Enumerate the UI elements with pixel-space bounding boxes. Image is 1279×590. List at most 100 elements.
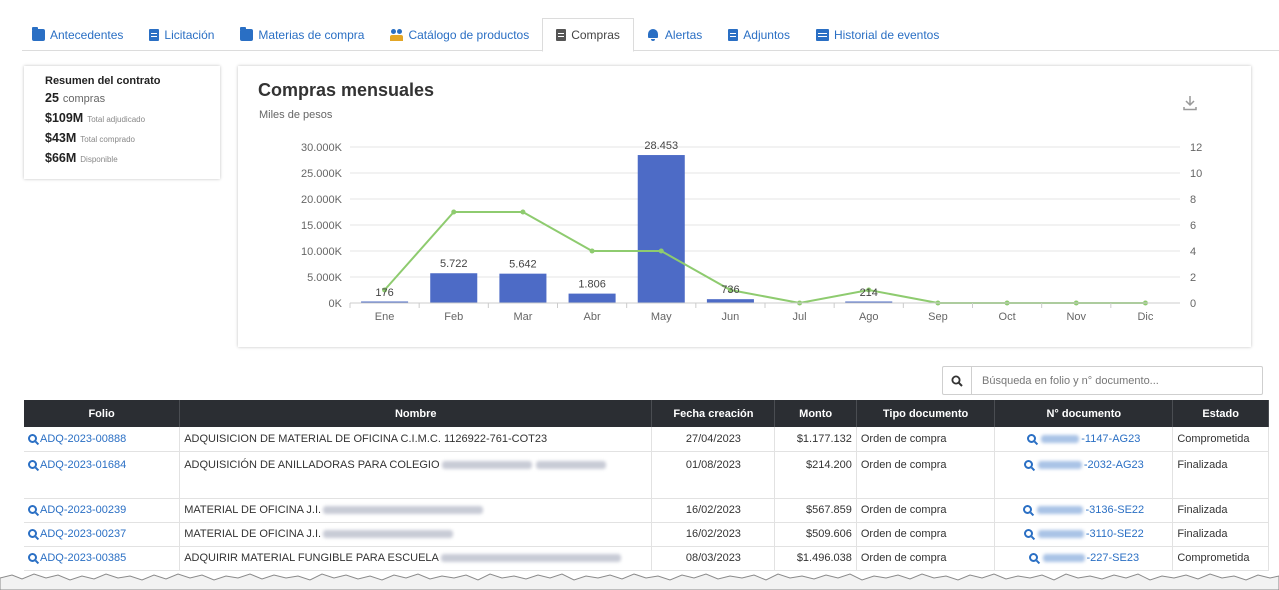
- bar: [430, 273, 478, 303]
- summary-disponible: $66M Disponible: [45, 151, 220, 171]
- search-input[interactable]: [972, 367, 1262, 394]
- folio-link[interactable]: ADQ-2023-00385: [24, 546, 181, 571]
- nombre-text: ADQUIRIR MATERIAL FUNGIBLE PARA ESCUELA: [184, 552, 439, 564]
- summary-adjudicado: $109M Total adjudicado: [45, 111, 220, 131]
- tab-label: Catálogo de productos: [408, 27, 530, 42]
- folio-link[interactable]: ADQ-2023-00237: [24, 522, 181, 547]
- estado-cell: Finalizada: [1172, 451, 1269, 499]
- torn-edge: [0, 573, 1279, 590]
- header-fecha-creacion[interactable]: Fecha creación: [651, 400, 776, 427]
- tab-historial-de-eventos[interactable]: Historial de eventos: [803, 18, 952, 51]
- y-left-tick-label: 30.000K: [301, 142, 343, 154]
- compras-label: compras: [62, 93, 106, 105]
- header-estado[interactable]: Estado: [1172, 400, 1269, 427]
- ndoc-link[interactable]: -3110-SE22: [994, 522, 1174, 547]
- estado-cell: Finalizada: [1172, 522, 1269, 547]
- fecha-cell: 08/03/2023: [651, 546, 776, 571]
- monto-cell: $509.606: [774, 522, 857, 547]
- y-right-tick-label: 10: [1190, 168, 1202, 180]
- y-right-tick-label: 6: [1190, 220, 1196, 232]
- table-row: ADQ-2023-00239 MATERIAL DE OFICINA J.I. …: [24, 498, 1269, 523]
- tab-label: Compras: [571, 28, 620, 42]
- folio-link[interactable]: ADQ-2023-01684: [24, 451, 181, 499]
- redacted-text: [1037, 506, 1084, 515]
- y-left-tick-label: 0K: [329, 298, 343, 310]
- comprado-value: $43M: [45, 131, 77, 145]
- tipo-cell: Orden de compra: [856, 498, 996, 523]
- tipo-cell: Orden de compra: [856, 546, 996, 571]
- bar-data-label: 5.722: [440, 258, 468, 270]
- header-monto[interactable]: Monto: [774, 400, 857, 427]
- estado-cell: Comprometida: [1172, 546, 1269, 571]
- summary-comprado: $43M Total comprado: [45, 131, 220, 151]
- ndoc-link[interactable]: -227-SE23: [994, 546, 1174, 571]
- nombre-text: ADQUISICIÓN DE ANILLADORAS PARA COLEGIO: [184, 458, 440, 471]
- folio-link[interactable]: ADQ-2023-00888: [24, 427, 181, 452]
- tab-compras[interactable]: Compras: [542, 18, 634, 52]
- tab-adjuntos[interactable]: Adjuntos: [715, 18, 803, 51]
- y-left-tick-label: 20.000K: [301, 194, 343, 206]
- folio-link[interactable]: ADQ-2023-00239: [24, 498, 181, 523]
- adjudicado-label: Total adjudicado: [87, 115, 146, 124]
- document-icon: [556, 29, 567, 41]
- tab-label: Historial de eventos: [833, 27, 940, 42]
- ndoc-link[interactable]: -1147-AG23: [994, 427, 1174, 452]
- tab-licitacion[interactable]: Licitación: [136, 18, 227, 51]
- monto-cell: $567.859: [774, 498, 857, 523]
- summary-compras: 25 compras: [45, 91, 220, 111]
- disponible-label: Disponible: [80, 155, 118, 164]
- compras-count: 25: [45, 91, 59, 105]
- tipo-cell: Orden de compra: [856, 427, 996, 452]
- search-box: [942, 366, 1263, 395]
- bar-data-label: 1.806: [578, 279, 606, 291]
- search-icon: [1023, 505, 1033, 514]
- header-n-documento[interactable]: N° documento: [994, 400, 1174, 427]
- header-tipo-documento[interactable]: Tipo documento: [856, 400, 996, 427]
- y-right-tick-label: 2: [1190, 272, 1196, 284]
- nombre-text: MATERIAL DE OFICINA J.I.: [184, 528, 322, 540]
- ndoc-text: -3136-SE22: [1085, 504, 1145, 516]
- y-left-tick-label: 25.000K: [301, 168, 343, 180]
- search-icon: [28, 529, 37, 538]
- ndoc-text: -2032-AG23: [1083, 458, 1144, 471]
- document-icon: [149, 28, 160, 41]
- bar-data-label: 214: [860, 287, 878, 299]
- line-point: [658, 248, 664, 254]
- monthly-purchases-chart-card: Compras mensuales Miles de pesos 0K 5.000…: [238, 66, 1251, 347]
- tipo-cell: Orden de compra: [856, 451, 996, 499]
- series-line: [383, 211, 1146, 305]
- tab-label: Antecedentes: [50, 27, 124, 42]
- tab-label: Materias de compra: [258, 27, 365, 42]
- bar-data-label: 736: [721, 284, 739, 296]
- search-button[interactable]: [943, 367, 972, 394]
- tab-bar: Antecedentes Licitación Materias de comp…: [22, 18, 1279, 52]
- summary-title: Resumen del contrato: [45, 75, 161, 87]
- header-folio[interactable]: Folio: [24, 400, 181, 427]
- chart-plot: 0K 5.000K 10.000K 15.000K 20.000K 25.000K 30.0…: [301, 140, 1202, 323]
- y-right-tick-label: 12: [1190, 142, 1202, 154]
- tab-antecedentes[interactable]: Antecedentes: [22, 18, 136, 51]
- redacted-text: [440, 554, 621, 563]
- x-tick-label: Mar: [513, 311, 532, 323]
- ndoc-link[interactable]: -2032-AG23: [994, 451, 1174, 499]
- x-tick-label: Jun: [722, 311, 740, 323]
- folio-text: ADQ-2023-01684: [40, 458, 127, 471]
- nombre-cell: ADQUIRIR MATERIAL FUNGIBLE PARA ESCUELA: [179, 546, 653, 571]
- tab-alertas[interactable]: Alertas: [634, 18, 715, 51]
- document-icon: [728, 28, 739, 41]
- tab-materias-de-compra[interactable]: Materias de compra: [227, 18, 377, 51]
- monto-cell: $214.200: [774, 451, 857, 499]
- redacted-text: [1037, 460, 1082, 469]
- ndoc-link[interactable]: -3136-SE22: [994, 498, 1174, 523]
- x-tick-label: Jul: [793, 311, 807, 323]
- search-icon: [28, 553, 37, 562]
- table-row: ADQ-2023-01684 ADQUISICIÓN DE ANILLADORA…: [24, 451, 1269, 499]
- bar: [499, 273, 547, 303]
- x-tick-label: Sep: [928, 311, 948, 323]
- fecha-cell: 16/02/2023: [651, 498, 776, 523]
- header-nombre[interactable]: Nombre: [179, 400, 653, 427]
- fecha-cell: 16/02/2023: [651, 522, 776, 547]
- tab-catalogo-de-productos[interactable]: Catálogo de productos: [377, 18, 542, 51]
- x-tick-label: Nov: [1066, 311, 1086, 323]
- nombre-cell: MATERIAL DE OFICINA J.I.: [179, 522, 653, 547]
